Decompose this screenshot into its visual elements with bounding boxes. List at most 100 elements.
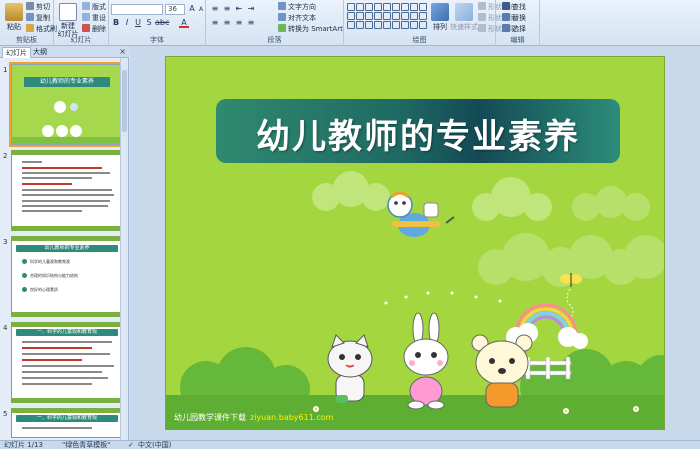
thumb-title: 一、科学的儿童观和教育观 — [16, 329, 118, 336]
slide-thumbnail-1[interactable]: 幼儿教师的专业素养 — [9, 62, 125, 147]
group-label-font: 字体 — [150, 36, 164, 44]
layout-label: 版式 — [92, 3, 106, 11]
slides-pane: 幻灯片 大纲 × 1 幼儿教师的专业素养 2 3 幼儿教师的专业素养 科学的儿童… — [0, 46, 129, 440]
ribbon-group-font: 36 A A B I U S abc A 字体 — [109, 0, 206, 46]
numbering-button[interactable]: ≡ — [222, 4, 232, 14]
paste-label: 粘贴 — [7, 23, 21, 31]
footer-label: 幼儿园教学课件下载 — [174, 413, 246, 422]
thumb-number: 2 — [3, 152, 8, 160]
reset-button[interactable]: 重设 — [82, 13, 106, 23]
align-text-label: 对齐文本 — [288, 14, 316, 22]
italic-button[interactable]: I — [122, 18, 132, 28]
delete-slide-button[interactable]: 删除 — [82, 24, 106, 34]
slide-thumbnail-2[interactable] — [11, 150, 123, 231]
reset-label: 重设 — [92, 14, 106, 22]
scrollbar-thumb[interactable] — [122, 70, 127, 132]
strikethrough-button[interactable]: abc — [155, 18, 169, 28]
justify-button[interactable]: ≡ — [246, 18, 256, 28]
quick-styles-label: 快速样式 — [450, 23, 478, 31]
group-label-editing: 编辑 — [510, 36, 525, 44]
ribbon-group-slides: 新建 幻灯片 版式 重设 删除 幻灯片 — [54, 0, 109, 46]
language[interactable]: 中文(中国) — [138, 441, 171, 449]
group-label-clipboard: 剪贴板 — [16, 36, 37, 44]
underline-button[interactable]: U — [133, 18, 143, 28]
spellcheck-icon[interactable]: ✓ — [128, 441, 134, 449]
tab-outline[interactable]: 大纲 — [30, 47, 50, 58]
select-label: 选择 — [512, 25, 526, 33]
replace-icon — [502, 13, 510, 21]
thumb-number: 5 — [3, 410, 8, 418]
scissors-icon — [26, 2, 34, 10]
layout-button[interactable]: 版式 — [82, 2, 106, 12]
ribbon-group-clipboard: 粘贴 剪切 复制 格式刷 剪贴板 — [0, 0, 57, 46]
find-button[interactable]: 查找 — [502, 2, 526, 12]
slide-thumbnail-5[interactable]: 一、科学的儿童观和教育观 — [11, 408, 123, 438]
cut-label: 剪切 — [36, 3, 50, 11]
align-text-button[interactable]: 对齐文本 — [278, 13, 316, 23]
copy-label: 复制 — [36, 14, 50, 22]
delete-icon — [82, 24, 90, 32]
slide-1[interactable]: 幼儿教师的专业素养 幼儿园教学课件下载 ziyuan.baby611.com — [165, 56, 665, 430]
replace-label: 替换 — [512, 14, 526, 22]
thumb-title: 一、科学的儿童观和教育观 — [16, 415, 118, 422]
thumb-item: 合理的知识结构与能力结构 — [30, 273, 78, 278]
shadow-button[interactable]: S — [144, 18, 154, 28]
cat-illustration — [327, 334, 373, 403]
delete-label: 删除 — [92, 25, 106, 33]
pane-scrollbar[interactable] — [120, 58, 128, 440]
ribbon: 粘贴 剪切 复制 格式刷 剪贴板 新建 幻灯片 版式 重设 删除 幻灯片 36 … — [0, 0, 700, 46]
shrink-font-button[interactable]: A — [196, 5, 206, 15]
thumb-number: 4 — [3, 324, 8, 332]
airplane-illustration — [387, 191, 455, 237]
text-direction-icon — [278, 2, 286, 10]
cursor-icon — [502, 24, 510, 32]
text-direction-button[interactable]: 文字方向 — [278, 2, 316, 12]
layout-icon — [82, 2, 90, 10]
align-center-button[interactable]: ≡ — [222, 18, 232, 28]
increase-indent-button[interactable]: ⇥ — [246, 4, 256, 14]
title-box[interactable]: 幼儿教师的专业素养 — [216, 99, 620, 163]
bold-button[interactable]: B — [111, 18, 121, 28]
footer-url[interactable]: ziyuan.baby611.com — [250, 413, 333, 422]
arrange-button[interactable]: 排列 — [428, 3, 452, 32]
quick-styles-button[interactable]: 快速样式 — [450, 3, 478, 32]
copy-button[interactable]: 复制 — [26, 13, 50, 23]
slide-thumbnail-4[interactable]: 一、科学的儿童观和教育观 — [11, 322, 123, 403]
cut-button[interactable]: 剪切 — [26, 2, 50, 12]
clipboard-icon — [5, 3, 23, 21]
copy-icon — [26, 13, 34, 21]
outline-icon — [478, 13, 486, 21]
text-direction-label: 文字方向 — [288, 3, 316, 11]
select-button[interactable]: 选择 — [502, 24, 526, 34]
format-painter-button[interactable]: 格式刷 — [26, 24, 57, 34]
rabbit-illustration — [403, 312, 449, 410]
effects-icon — [478, 24, 486, 32]
font-size-select[interactable]: 36 — [165, 4, 185, 15]
paste-button[interactable]: 粘贴 — [2, 3, 26, 32]
shapes-gallery[interactable] — [347, 3, 427, 29]
font-name-select[interactable] — [111, 4, 163, 15]
close-pane-icon[interactable]: × — [119, 47, 126, 56]
ribbon-group-drawing: 排列 快速样式 形状填充 形状轮廓 形状效果 绘图 — [344, 0, 516, 46]
group-label-drawing: 绘图 — [412, 36, 427, 44]
fill-icon — [478, 2, 486, 10]
align-left-button[interactable]: ≡ — [210, 18, 220, 28]
slide-thumbnail-3[interactable]: 幼儿教师的专业素养 科学的儿童观和教育观 合理的知识结构与能力结构 良好的心理素… — [11, 236, 123, 317]
thumb-cartoon-art — [12, 101, 122, 144]
font-color-button[interactable]: A — [179, 18, 189, 28]
new-slide-button[interactable]: 新建 幻灯片 — [56, 3, 80, 38]
ribbon-group-editing: 查找 替换 选择 编辑 — [496, 0, 540, 46]
slide-title[interactable]: 幼儿教师的专业素养 — [216, 109, 620, 158]
binoculars-icon — [502, 2, 510, 10]
smartart-button[interactable]: 转换为 SmartArt — [278, 24, 343, 34]
decrease-indent-button[interactable]: ⇤ — [234, 4, 244, 14]
bullets-button[interactable]: ≡ — [210, 4, 220, 14]
align-right-button[interactable]: ≡ — [234, 18, 244, 28]
thumb-item: 科学的儿童观和教育观 — [30, 259, 70, 264]
group-label-paragraph: 段落 — [267, 36, 282, 44]
tab-slides[interactable]: 幻灯片 — [2, 47, 31, 58]
slide-canvas: 幼儿教师的专业素养 幼儿园教学课件下载 ziyuan.baby611.com — [130, 46, 700, 440]
thumb-item: 良好的心理素质 — [30, 287, 58, 292]
smartart-label: 转换为 SmartArt — [288, 25, 343, 33]
replace-button[interactable]: 替换 — [502, 13, 526, 23]
